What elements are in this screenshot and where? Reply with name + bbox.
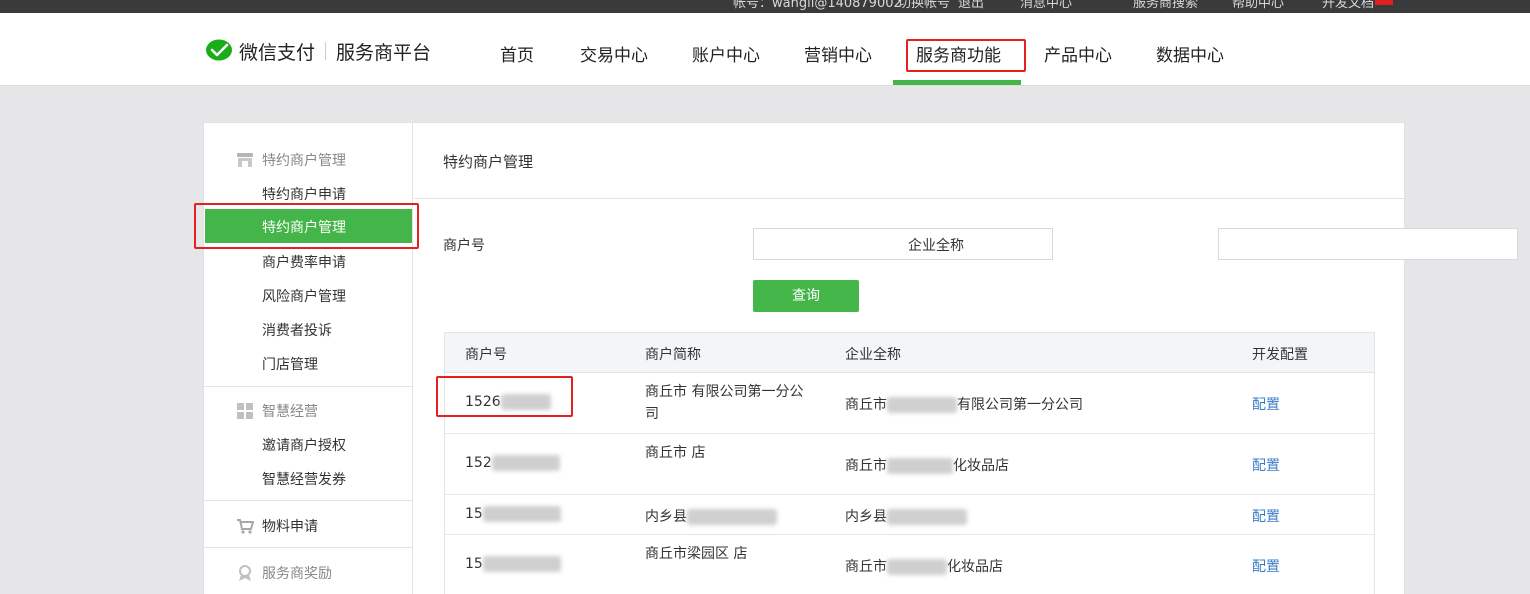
sidebar-divider: [204, 500, 412, 501]
merchant-id-cell: 152: [465, 455, 560, 471]
logo[interactable]: 微信支付 服务商平台: [205, 37, 431, 65]
highlight-sidebar-box: [194, 203, 419, 249]
header: 微信支付 服务商平台 首页 交易中心 账户中心 营销中心 服务商功能 产品中心 …: [0, 13, 1530, 86]
sidebar-group-label: 智慧经营: [262, 404, 318, 420]
column-header-company-name: 企业全称: [845, 347, 901, 363]
sidebar-item-apply[interactable]: 特约商户申请: [262, 184, 346, 204]
main-content: 特约商户管理 商户号 企业全称 查询 商户号 商户简称 企业全称 开发配置 15…: [414, 123, 1518, 594]
account-label: 帐号：wangli@140879002: [733, 0, 902, 11]
company-name-input[interactable]: [1218, 228, 1518, 260]
new-badge: [1375, 0, 1393, 5]
sidebar-item-complaints[interactable]: 消费者投诉: [262, 320, 332, 340]
column-header-dev-config: 开发配置: [1252, 347, 1308, 363]
short-name-cell: 商丘市 有限公司第一分公司: [645, 384, 804, 422]
company-name-label: 企业全称: [908, 238, 964, 254]
nav-data[interactable]: 数据中心: [1156, 41, 1224, 66]
table-row: 15 商丘市梁园区 店 商丘市 化妆品店 配置: [445, 535, 1374, 594]
sidebar-group-label: 物料申请: [262, 519, 318, 535]
table-row: 15 内乡县 内乡县 配置: [445, 495, 1374, 535]
config-link[interactable]: 配置: [1252, 455, 1280, 475]
service-search-link[interactable]: 服务商搜索: [1133, 0, 1198, 11]
content-panel: 特约商户管理 特约商户申请 特约商户管理 商户费率申请 风险商户管理 消费者投诉…: [203, 122, 1518, 594]
sidebar-item-risk-merchant[interactable]: 风险商户管理: [262, 286, 346, 306]
switch-account-link[interactable]: 切换帐号: [898, 0, 950, 11]
sidebar-item-invite-auth[interactable]: 邀请商户授权: [262, 435, 346, 455]
highlight-merchant-id-box: [436, 376, 573, 417]
short-name-cell: 商丘市 店: [645, 445, 706, 461]
page-title: 特约商户管理: [443, 153, 534, 171]
highlight-nav-box: [906, 39, 1026, 72]
sidebar-group-materials[interactable]: 物料申请: [236, 516, 318, 536]
sidebar-group-merchant-mgmt: 特约商户管理: [236, 150, 346, 170]
column-header-merchant-id: 商户号: [465, 347, 507, 363]
sidebar-divider: [204, 386, 412, 387]
sidebar-item-smart-coupon[interactable]: 智慧经营发券: [262, 469, 346, 489]
top-utility-bar: 帐号：wangli@140879002 切换帐号 退出 消息中心 服务商搜索 帮…: [0, 0, 1530, 13]
config-link[interactable]: 配置: [1252, 394, 1280, 414]
config-link[interactable]: 配置: [1252, 556, 1280, 576]
store-icon: [237, 153, 253, 167]
company-name-cell: 内乡县: [845, 506, 967, 526]
nav-active-indicator: [893, 80, 1021, 85]
sidebar-item-fee-apply[interactable]: 商户费率申请: [262, 252, 346, 272]
sidebar: 特约商户管理 特约商户申请 特约商户管理 商户费率申请 风险商户管理 消费者投诉…: [204, 123, 413, 594]
merchant-id-cell: 15: [465, 556, 561, 572]
sidebar-group-label: 特约商户管理: [262, 153, 346, 169]
short-name-cell: 内乡县: [645, 506, 777, 526]
sidebar-item-stores[interactable]: 门店管理: [262, 354, 318, 374]
company-name-cell: 商丘市 化妆品店: [845, 458, 1009, 474]
nav-home[interactable]: 首页: [500, 41, 534, 66]
sidebar-group-label: 服务商奖励: [262, 566, 332, 582]
company-name-cell: 商丘市 化妆品店: [845, 559, 1003, 575]
help-center-link[interactable]: 帮助中心: [1232, 0, 1284, 11]
sidebar-group-rewards: 服务商奖励: [236, 563, 332, 583]
dev-docs-link[interactable]: 开发文档: [1322, 0, 1374, 11]
merchant-id-cell: 15: [465, 506, 561, 522]
table-row: 1526 商丘市 有限公司第一分公司 商丘市 有限公司第一分公司 配置: [445, 373, 1374, 434]
column-header-short-name: 商户简称: [645, 347, 701, 363]
nav-account[interactable]: 账户中心: [692, 41, 760, 66]
config-link[interactable]: 配置: [1252, 506, 1280, 526]
nav-marketing[interactable]: 营销中心: [804, 41, 872, 66]
nav-products[interactable]: 产品中心: [1044, 41, 1112, 66]
company-name-cell: 商丘市 有限公司第一分公司: [845, 397, 1083, 413]
grid-icon: [237, 403, 253, 419]
brand-product: 微信支付: [239, 41, 316, 64]
table-row: 152 商丘市 店 商丘市 化妆品店 配置: [445, 434, 1374, 495]
short-name-cell: 商丘市梁园区 店: [645, 546, 748, 562]
nav-transactions[interactable]: 交易中心: [580, 41, 648, 66]
sidebar-group-smart-ops: 智慧经营: [236, 401, 318, 421]
sidebar-divider: [204, 547, 412, 548]
query-button[interactable]: 查询: [753, 280, 859, 312]
title-divider: [414, 198, 1404, 199]
wechat-pay-logo-icon: [206, 39, 232, 61]
message-center-link[interactable]: 消息中心: [1020, 0, 1072, 11]
table-header: 商户号 商户简称 企业全称 开发配置: [445, 333, 1374, 373]
logo-divider: [325, 42, 327, 60]
award-icon: [239, 565, 251, 581]
logout-link[interactable]: 退出: [958, 0, 984, 11]
merchant-id-label: 商户号: [443, 238, 485, 254]
cart-icon: [237, 519, 254, 534]
brand-platform: 服务商平台: [336, 41, 432, 64]
merchant-id-input[interactable]: [753, 228, 1053, 260]
merchant-table: 商户号 商户简称 企业全称 开发配置 1526 商丘市 有限公司第一分公司 商丘…: [444, 332, 1375, 594]
